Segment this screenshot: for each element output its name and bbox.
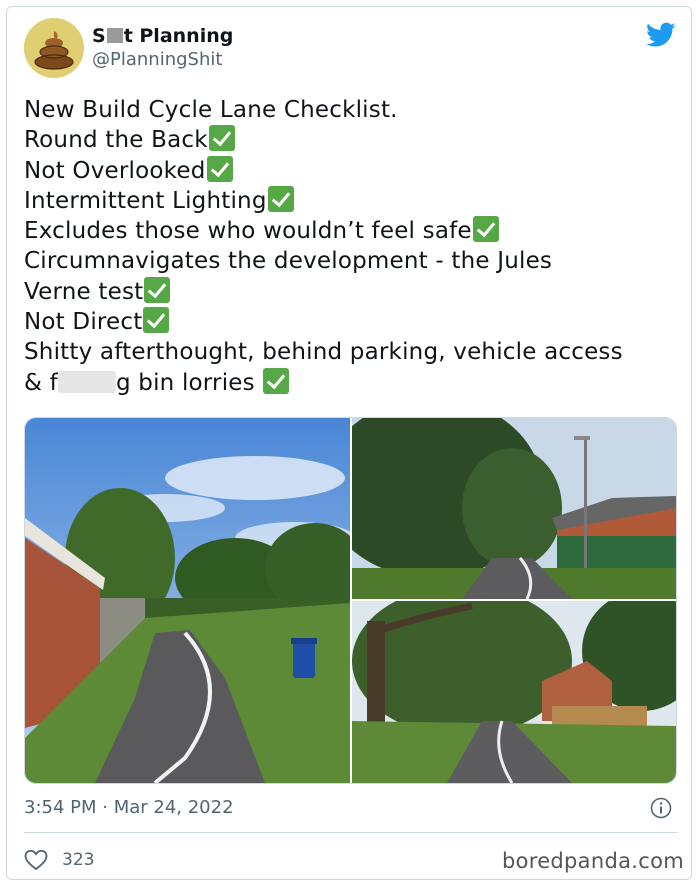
check-mark-icon (263, 367, 290, 394)
text-line: Round the Back (24, 125, 684, 155)
text-line: Excludes those who wouldn’t feel safe (24, 216, 684, 246)
tweet-timestamp[interactable]: 3:54 PM · Mar 24, 2022 (24, 797, 234, 818)
text-line: Shitty afterthought, behind parking, veh… (24, 339, 623, 366)
check-mark-icon (472, 216, 499, 243)
check-mark-icon (206, 155, 233, 182)
text-line: New Build Cycle Lane Checklist. (24, 97, 398, 123)
heart-icon[interactable] (24, 849, 48, 871)
text-line: Not Direct (24, 307, 684, 337)
tweet-header: St Planning @PlanningShit (24, 18, 684, 80)
avatar-poop-icon (24, 18, 84, 78)
like-action[interactable]: 323 (24, 848, 94, 872)
photo-cycle-lane-trees-image (352, 418, 676, 599)
photo-cycle-lane-fence-image (352, 601, 676, 783)
text-line: Verne test (24, 276, 684, 307)
check-mark-icon (267, 185, 294, 212)
text-line: & fg bin lorries (24, 367, 684, 398)
text-line: Circumnavigates the development - the Ju… (24, 248, 553, 275)
check-mark-icon (208, 125, 235, 152)
divider (24, 832, 677, 833)
tweet-text: New Build Cycle Lane Checklist. Round th… (24, 95, 684, 398)
photo-cycle-lane-fence[interactable] (352, 601, 676, 783)
info-icon[interactable] (650, 797, 672, 819)
media-grid (24, 417, 677, 784)
censor-blur (57, 370, 116, 393)
check-mark-icon (144, 276, 171, 303)
photo-cycle-lane-wide[interactable] (25, 418, 350, 783)
photo-cycle-lane-wide-image (25, 418, 350, 783)
text-line: Not Overlooked (24, 155, 684, 186)
like-count: 323 (62, 850, 95, 870)
display-name[interactable]: St Planning (92, 24, 233, 48)
watermark: boredpanda.com (501, 849, 684, 873)
twitter-bird-icon[interactable] (646, 22, 676, 48)
check-mark-icon (143, 307, 170, 334)
avatar[interactable] (24, 18, 84, 78)
text-line: Intermittent Lighting (24, 185, 684, 216)
photo-cycle-lane-trees[interactable] (352, 418, 676, 599)
censor-block (106, 28, 123, 43)
user-handle[interactable]: @PlanningShit (92, 48, 233, 72)
